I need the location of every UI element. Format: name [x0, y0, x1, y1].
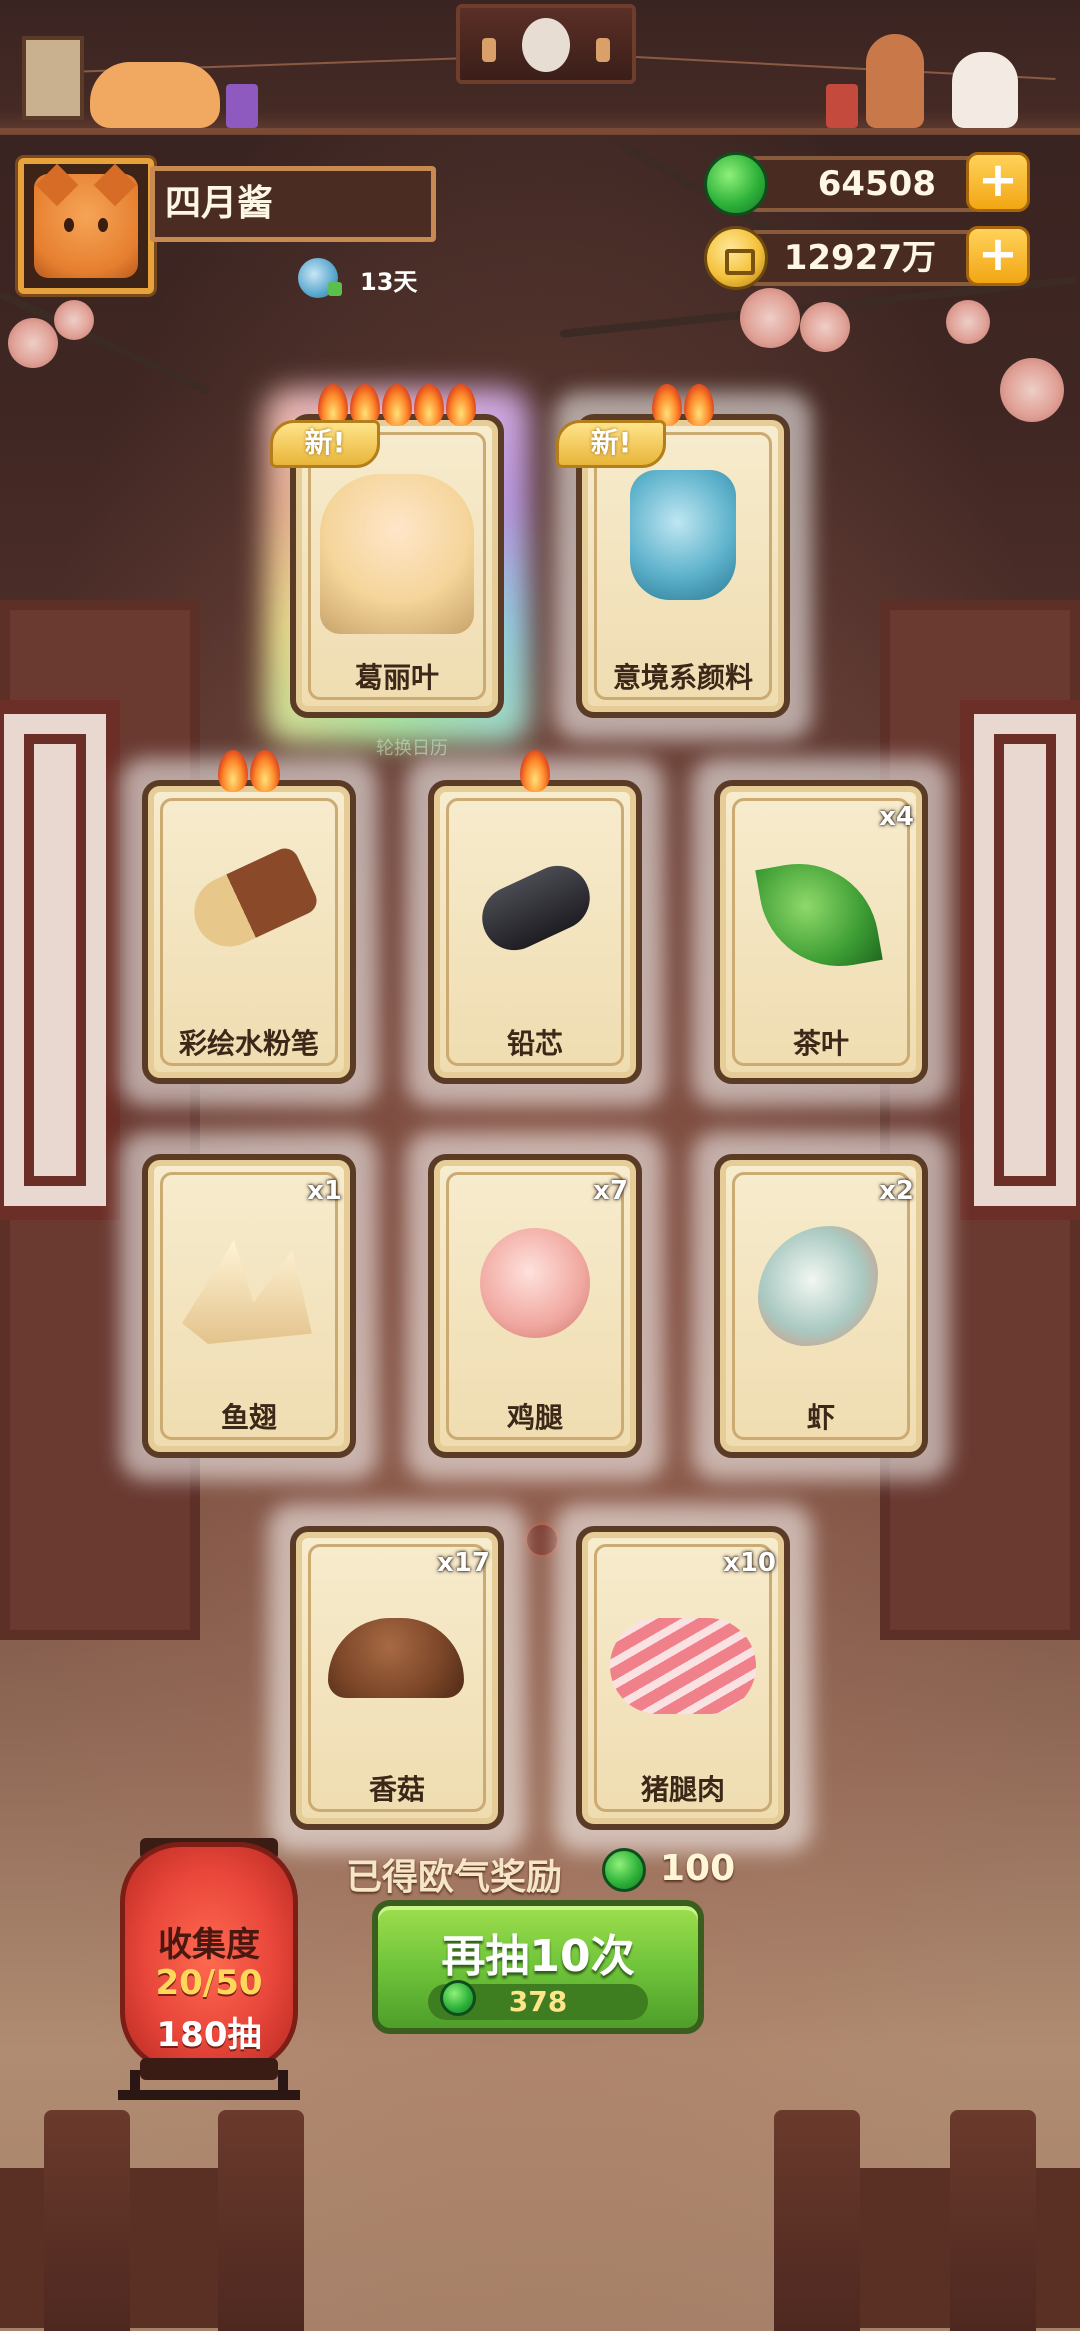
card-label: 虾	[806, 1401, 835, 1434]
item-count: x10	[723, 1548, 776, 1578]
add-coins-button[interactable]: +	[966, 226, 1030, 286]
lantern-cap	[140, 2058, 278, 2080]
gem-balance: 64508	[730, 156, 1000, 212]
collection-title: 收集度	[158, 1925, 260, 1965]
reward-amount: 100	[660, 1848, 736, 1889]
item-count: x17	[437, 1548, 490, 1578]
game-scene: 四月酱 13天 64508 + 12927万 + 轮换日历 新! 葛丽叶 新! …	[0, 0, 1080, 2331]
scroll-knob	[596, 38, 610, 62]
draw-button-label: 再抽10次	[441, 1931, 635, 1982]
white-cat-icon	[952, 52, 1018, 128]
card-lead[interactable]: 铅芯	[406, 750, 664, 1106]
card-label: 意境系颜料	[612, 661, 753, 694]
card-drumstick[interactable]: x7 鸡腿	[406, 1132, 664, 1480]
card-label: 铅芯	[506, 1027, 563, 1060]
flame-icon	[520, 750, 550, 792]
card-label: 彩绘水粉笔	[178, 1027, 319, 1060]
rarity-flames	[142, 750, 356, 794]
flame-icon	[250, 750, 280, 792]
item-count: x1	[307, 1176, 342, 1206]
paint-bottle-icon	[630, 470, 736, 600]
flame-icon	[446, 384, 476, 426]
fence-post	[44, 2110, 130, 2331]
shelf-edge	[0, 128, 1080, 134]
globe-icon	[298, 258, 342, 298]
fence-post	[950, 2110, 1036, 2331]
card-shrimp[interactable]: x2 虾	[692, 1132, 950, 1480]
item-count: x2	[879, 1176, 914, 1206]
jar-icon	[226, 84, 258, 128]
flame-icon	[218, 750, 248, 792]
blossom-icon	[740, 288, 800, 348]
coin-icon	[704, 226, 768, 290]
jar-icon	[826, 84, 858, 128]
player-avatar[interactable]	[18, 158, 154, 294]
new-badge: 新!	[556, 420, 666, 468]
cat-avatar-icon	[34, 163, 138, 278]
doll-icon	[866, 34, 924, 128]
collection-pulls: 180抽	[156, 2015, 262, 2055]
card-pork[interactable]: x10 猪腿肉	[554, 1504, 812, 1852]
lattice-window-left	[0, 700, 120, 1220]
card-paint[interactable]: 新! 意境系颜料	[554, 384, 812, 740]
card-label: 香菇	[368, 1773, 425, 1806]
gem-icon	[440, 1980, 476, 2016]
flame-icon	[414, 384, 444, 426]
elder-cat-icon	[522, 18, 570, 72]
rarity-flames	[428, 750, 642, 794]
sleeping-cat-icon	[90, 62, 220, 128]
card-sharkfin[interactable]: x1 鱼翅	[120, 1132, 378, 1480]
card-label: 鱼翅	[220, 1401, 277, 1434]
lattice-window-right	[960, 700, 1080, 1220]
card-label: 鸡腿	[506, 1401, 563, 1434]
card-tea[interactable]: x4 茶叶	[692, 758, 950, 1106]
pork-icon	[610, 1618, 756, 1714]
gem-icon	[602, 1848, 646, 1892]
item-count: x4	[879, 802, 914, 832]
blossom-icon	[946, 300, 990, 344]
new-badge: 新!	[270, 420, 380, 468]
fence-post	[774, 2110, 860, 2331]
drumstick-icon	[480, 1228, 590, 1338]
add-gems-button[interactable]: +	[966, 152, 1030, 212]
blossom-icon	[800, 302, 850, 352]
card-label: 葛丽叶	[354, 661, 439, 694]
gem-icon	[704, 152, 768, 216]
blossom-icon	[1000, 358, 1064, 422]
player-name: 四月酱	[150, 166, 436, 242]
flame-icon	[684, 384, 714, 426]
collection-lantern[interactable]: 收集度 20/50 180抽	[120, 1842, 298, 2072]
coin-balance: 12927万	[730, 230, 1000, 286]
card-label: 茶叶	[792, 1027, 849, 1060]
fence-post	[218, 2110, 304, 2331]
blossom-icon	[54, 300, 94, 340]
paw-frame-icon	[22, 36, 84, 120]
collection-progress: 20/50	[155, 1963, 263, 2003]
item-count: x7	[593, 1176, 628, 1206]
card-brush[interactable]: 彩绘水粉笔	[120, 750, 378, 1106]
card-gelie[interactable]: 新! 葛丽叶	[264, 384, 530, 744]
flame-icon	[382, 384, 412, 426]
blossom-icon	[8, 318, 58, 368]
card-label: 猪腿肉	[640, 1773, 725, 1806]
reward-label: 已得欧气奖励	[346, 1857, 563, 1898]
character-portrait	[320, 474, 474, 634]
scroll-knob	[482, 38, 496, 62]
hanging-scroll	[456, 4, 636, 84]
lantern-stand	[118, 2090, 300, 2100]
card-mushroom[interactable]: x17 香菇	[268, 1504, 526, 1852]
draw-ten-button[interactable]: 再抽10次 378	[372, 1900, 704, 2034]
login-days: 13天	[360, 268, 418, 296]
